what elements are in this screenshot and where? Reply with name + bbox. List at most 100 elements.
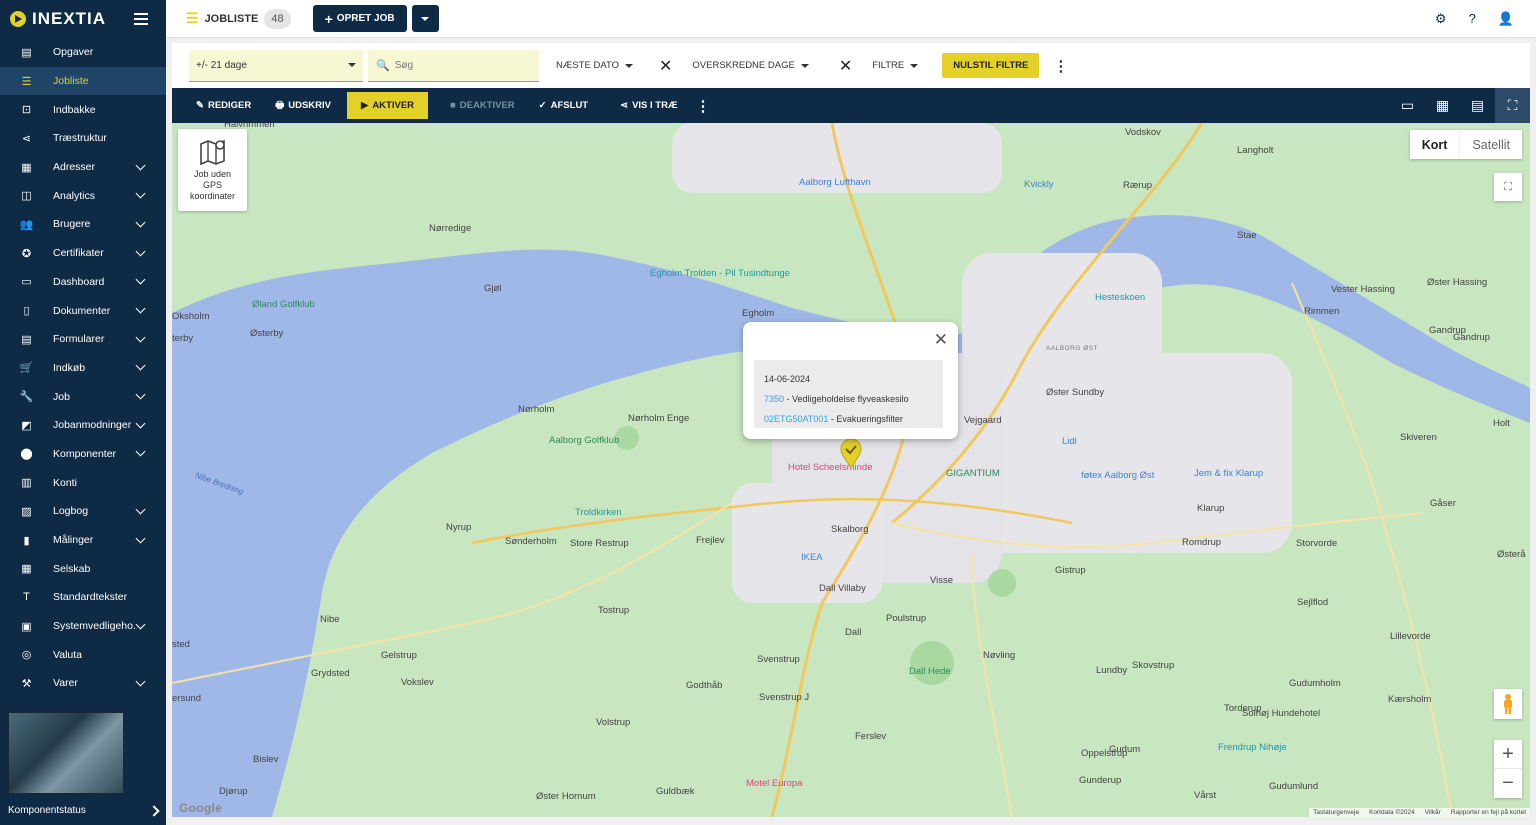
list-view-icon[interactable]: ▭	[1390, 88, 1425, 123]
sidebar-item-selskab[interactable]: ▦ Selskab	[0, 554, 166, 583]
show-in-tree-button[interactable]: ⋖ VIS I TRÆ	[608, 92, 689, 119]
chevron-down-icon[interactable]	[135, 447, 146, 457]
map-place-label: Gunderup	[1079, 775, 1122, 786]
sidebar: INEXTIA ▤ Opgaver ☰ Jobliste ⊡ Indbakke ⋖ Træst…	[0, 0, 166, 825]
more-options-icon[interactable]: ⋮	[1053, 57, 1068, 75]
user-icon[interactable]: 👤	[1498, 11, 1514, 27]
map-view-icon[interactable]: ⛶	[1495, 88, 1530, 123]
map-place-label: Lidl	[1062, 436, 1077, 447]
sidebar-item-adresser[interactable]: ▦ Adresser	[0, 153, 166, 182]
sidebar-item-varer[interactable]: ⚒ Varer	[0, 669, 166, 698]
sidebar-item-standardtekster[interactable]: T Standardtekster	[0, 583, 166, 612]
edit-button[interactable]: ✎ REDIGER	[184, 92, 263, 119]
chevron-down-icon[interactable]	[135, 303, 146, 314]
menu-toggle-icon[interactable]	[134, 13, 148, 25]
clear-overdue-icon[interactable]: ✕	[839, 56, 852, 76]
sidebar-item-komponenter[interactable]: ⬤ Komponenter	[0, 440, 166, 469]
sidebar-item-opgaver[interactable]: ▤ Opgaver	[0, 38, 166, 67]
chevron-down-icon[interactable]	[135, 418, 146, 429]
finish-button[interactable]: ✓ AFSLUT	[527, 92, 600, 119]
deactivate-button[interactable]: ■ DEAKTIVER	[438, 92, 527, 119]
job-id-link[interactable]: 7350	[764, 394, 784, 404]
chevron-down-icon[interactable]	[135, 619, 146, 630]
sidebar-item-job[interactable]: 🔧 Job	[0, 382, 166, 411]
attribution-link[interactable]: Tastaturgenveje	[1313, 809, 1359, 816]
grid-view-icon[interactable]: ▦	[1425, 88, 1460, 123]
job-marker[interactable]	[839, 438, 863, 472]
clear-next-date-icon[interactable]: ✕	[659, 56, 672, 76]
filters-dropdown[interactable]: FILTRE	[872, 60, 919, 71]
map-type-map-button[interactable]: Kort	[1410, 130, 1460, 159]
zoom-in-button[interactable]: +	[1494, 740, 1522, 769]
fullscreen-icon[interactable]: ⛶	[1494, 173, 1522, 201]
action-bar: ✎ REDIGER 🖶 UDSKRIV ▶ AKTIVER ■ DEAKTIVE…	[172, 88, 1530, 123]
next-date-filter[interactable]: NÆSTE DATO	[556, 60, 633, 71]
print-button[interactable]: 🖶 UDSKRIV	[263, 92, 343, 119]
map-place-label: Rimmen	[1304, 306, 1340, 317]
chevron-down-icon[interactable]	[135, 332, 146, 343]
create-job-button[interactable]: + OPRET JOB	[312, 5, 407, 32]
map-type-satellite-button[interactable]: Satellit	[1459, 130, 1522, 159]
map-place-label: Jem & fix Klarup	[1194, 468, 1264, 479]
chevron-down-icon[interactable]	[135, 217, 146, 228]
map-canvas[interactable]: Halvrimmen Vejgaard Vodskov Langholt Aalborg…	[172, 123, 1530, 817]
street-view-pegman-icon[interactable]	[1494, 689, 1522, 719]
attribution-link[interactable]: Vilkår	[1425, 809, 1441, 816]
activate-button[interactable]: ▶ AKTIVER	[347, 92, 429, 119]
create-job-dropdown-button[interactable]	[411, 5, 439, 32]
more-actions-icon[interactable]: ⋮	[695, 97, 710, 115]
sidebar-item-brugere[interactable]: 👥 Brugere	[0, 210, 166, 239]
sidebar-item-dashboard[interactable]: ▭ Dashboard	[0, 268, 166, 297]
sidebar-item-analytics[interactable]: ◫ Analytics	[0, 181, 166, 210]
chevron-down-icon[interactable]	[135, 676, 146, 687]
component-id-link[interactable]: 02ETG50AT001	[764, 414, 828, 424]
attribution-link[interactable]: Rapporter en fejl på kortet	[1451, 809, 1526, 816]
sidebar-item-målinger[interactable]: ▮ Målinger	[0, 526, 166, 555]
settings-icon[interactable]: ⚙	[1435, 11, 1447, 27]
map-place-label: Sønderholm	[505, 536, 557, 547]
sidebar-item-systemvedligeho[interactable]: ▣ Systemvedligeho...	[0, 612, 166, 641]
sidebar-item-valuta[interactable]: ◎ Valuta	[0, 640, 166, 669]
sidebar-item-dokumenter[interactable]: ▯ Dokumenter	[0, 296, 166, 325]
sidebar-item-konti[interactable]: ▥ Konti	[0, 468, 166, 497]
chevron-down-icon[interactable]	[135, 160, 146, 171]
sidebar-item-formularer[interactable]: ▤ Formularer	[0, 325, 166, 354]
search-box[interactable]: 🔍	[368, 49, 539, 82]
sidebar-item-indkøb[interactable]: 🛒 Indkøb	[0, 354, 166, 383]
calendar-view-icon[interactable]: ▤	[1460, 88, 1495, 123]
overdue-filter[interactable]: OVERSKREDNE DAGE	[692, 60, 809, 71]
sidebar-item-træstruktur[interactable]: ⋖ Træstruktur	[0, 124, 166, 153]
map-place-label: Langholt	[1237, 145, 1274, 156]
map-type-toggle: Kort Satellit	[1409, 130, 1522, 159]
sidebar-item-jobanmodninger[interactable]: ◩ Jobanmodninger	[0, 411, 166, 440]
sidebar-item-logbog[interactable]: ▨ Logbog	[0, 497, 166, 526]
sidebar-item-certifikater[interactable]: ✪ Certifikater	[0, 239, 166, 268]
chevron-down-icon[interactable]	[135, 188, 146, 199]
chevron-down-icon[interactable]	[135, 274, 146, 285]
component-status-link[interactable]: Komponentstatus	[0, 796, 166, 825]
sidebar-item-label: Job	[53, 390, 70, 403]
map-place-label: Egholm Trolden - Pil Tusindtunge	[650, 268, 790, 279]
date-range-select[interactable]: +/- 21 dage	[189, 49, 363, 82]
brand-name: INEXTIA	[32, 9, 107, 28]
page-title-text: JOBLISTE	[204, 12, 259, 25]
zoom-out-button[interactable]: −	[1494, 769, 1522, 798]
chevron-down-icon[interactable]	[135, 360, 146, 371]
close-icon[interactable]: ✕	[934, 330, 948, 350]
jobs-without-gps-button[interactable]: Job uden GPS koordinater	[178, 129, 247, 211]
company-icon: ▦	[21, 563, 32, 576]
help-icon[interactable]: ?	[1469, 11, 1476, 27]
map-place-label: Øster Sundby	[1046, 387, 1105, 398]
attribution-link[interactable]: Kortdata ©2024	[1369, 809, 1415, 816]
sidebar-item-indbakke[interactable]: ⊡ Indbakke	[0, 95, 166, 124]
chevron-down-icon[interactable]	[135, 504, 146, 515]
chevron-down-icon[interactable]	[135, 533, 146, 543]
sidebar-item-jobliste[interactable]: ☰ Jobliste	[0, 66, 166, 96]
chevron-down-icon[interactable]	[135, 246, 146, 257]
reset-filters-button[interactable]: NULSTIL FILTRE	[942, 53, 1040, 78]
chevron-down-icon[interactable]	[135, 389, 146, 400]
sidebar-item-label: Indkøb	[53, 361, 86, 374]
page-title: ☰ JOBLISTE 48	[186, 8, 291, 29]
component-status-image[interactable]	[8, 712, 124, 794]
search-input[interactable]	[394, 59, 525, 71]
